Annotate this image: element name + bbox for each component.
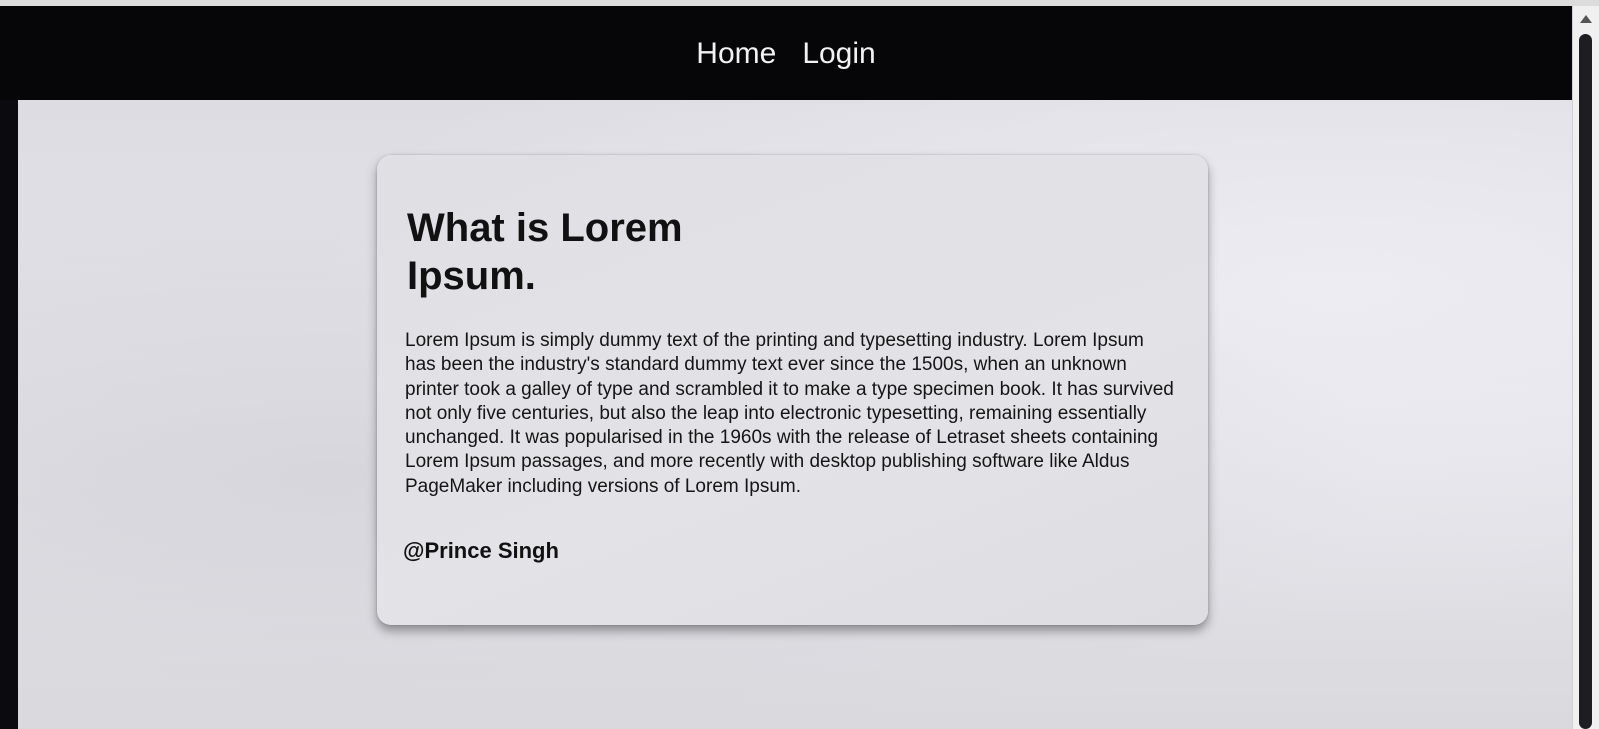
browser-window: Home Login What is Lorem Ipsum. Lorem Ip… — [0, 0, 1599, 729]
main-content: What is Lorem Ipsum. Lorem Ipsum is simp… — [18, 100, 1572, 729]
vertical-scrollbar[interactable] — [1572, 6, 1599, 729]
nav-home-link[interactable]: Home — [696, 36, 776, 72]
scrollbar-thumb[interactable] — [1579, 34, 1592, 729]
left-edge — [0, 100, 18, 729]
top-navbar: Home Login — [0, 6, 1572, 110]
card-author: @Prince Singh — [403, 538, 559, 563]
card-title: What is Lorem Ipsum. — [407, 206, 683, 298]
card-body-text: Lorem Ipsum is simply dummy text of the … — [405, 330, 1174, 497]
chevron-up-icon[interactable] — [1580, 15, 1592, 23]
info-card: What is Lorem Ipsum. Lorem Ipsum is simp… — [377, 155, 1208, 625]
nav-login-link[interactable]: Login — [802, 36, 875, 72]
